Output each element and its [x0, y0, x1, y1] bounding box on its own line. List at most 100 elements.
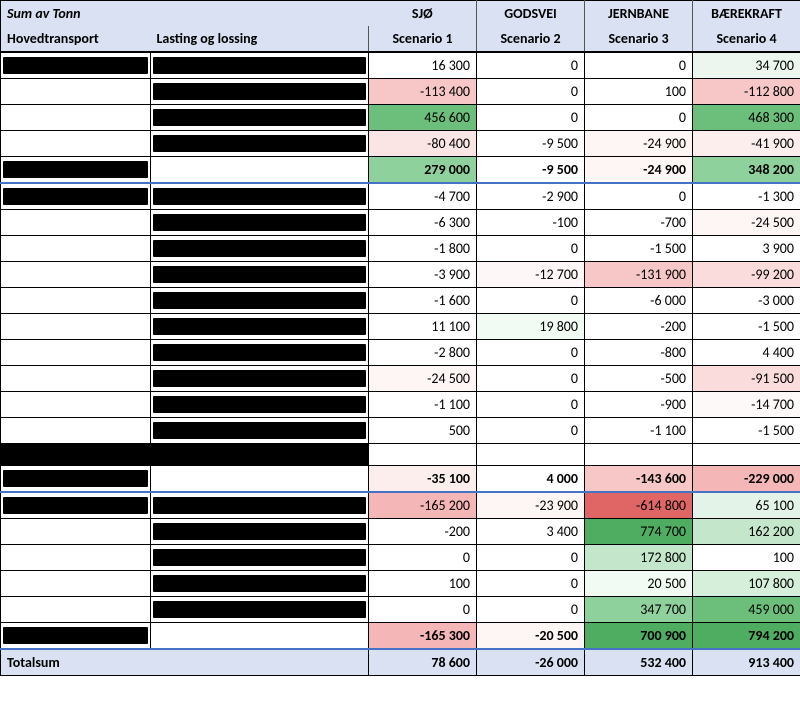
value-cell: 0: [477, 236, 585, 262]
row-label: [151, 392, 369, 418]
value-cell: 0: [477, 340, 585, 366]
row-label: [151, 210, 369, 236]
header-col-2-top: JERNBANE: [585, 1, 693, 27]
row-label: [151, 262, 369, 288]
value-cell: 0: [477, 105, 585, 131]
subtotal-cell: -143 600: [585, 466, 693, 493]
value-cell: 468 300: [693, 105, 800, 131]
grand-total-row: Totalsum78 600-26 000532 400913 400: [1, 649, 800, 676]
subtotal-label: [1, 466, 151, 493]
value-cell: -4 700: [369, 183, 477, 210]
value-cell: 3 900: [693, 236, 800, 262]
table-row: 00347 700459 000: [1, 597, 800, 623]
value-cell: 500: [369, 418, 477, 444]
table-row: -1 1000-900-14 700: [1, 392, 800, 418]
header-col-3-top: BÆREKRAFT: [693, 1, 800, 27]
header-corner-top: Sum av Tonn: [1, 1, 369, 27]
grand-cell: 913 400: [693, 649, 800, 676]
subtotal-row: -35 1004 000-143 600-229 000: [1, 466, 800, 493]
subtotal-cell: 700 900: [585, 623, 693, 650]
value-cell: -1 100: [369, 392, 477, 418]
group-label: [1, 571, 151, 597]
value-cell: 16 300: [369, 52, 477, 79]
group-label: [1, 519, 151, 545]
value-cell: 456 600: [369, 105, 477, 131]
row-label: [151, 571, 369, 597]
table-header: Sum av Tonn SJØ GODSVEI JERNBANE BÆREKRA…: [1, 1, 800, 53]
row-label: [151, 236, 369, 262]
value-cell: -23 900: [477, 492, 585, 519]
row-label: [151, 52, 369, 79]
value-cell: -14 700: [693, 392, 800, 418]
row-label: [151, 492, 369, 519]
value-cell: 172 800: [585, 545, 693, 571]
group-label: [1, 183, 151, 210]
value-cell: 0: [585, 105, 693, 131]
table-row: -80 400-9 500-24 900-41 900: [1, 131, 800, 157]
table-row: -24 5000-500-91 500: [1, 366, 800, 392]
group-label: [1, 492, 151, 519]
value-cell: 4 400: [693, 340, 800, 366]
subtotal-cell: 794 200: [693, 623, 800, 650]
value-cell: -1 500: [585, 236, 693, 262]
grand-label: Totalsum: [1, 649, 369, 676]
value-cell: -2 800: [369, 340, 477, 366]
group-label: [1, 545, 151, 571]
value-cell: -500: [585, 366, 693, 392]
value-cell: -3 900: [369, 262, 477, 288]
subtotal-cell: 348 200: [693, 157, 800, 184]
value-cell: 162 200: [693, 519, 800, 545]
row-label: [151, 79, 369, 105]
group-label: [1, 392, 151, 418]
value-cell: 0: [477, 571, 585, 597]
subtotal-cell: -229 000: [693, 466, 800, 493]
value-cell: 11 100: [369, 314, 477, 340]
header-col-1-top: GODSVEI: [477, 1, 585, 27]
value-cell: -6 000: [585, 288, 693, 314]
value-cell: -80 400: [369, 131, 477, 157]
table-row: -2 8000-8004 400: [1, 340, 800, 366]
row-label: [151, 545, 369, 571]
group-label: [1, 131, 151, 157]
value-cell: 65 100: [693, 492, 800, 519]
value-cell: -99 200: [693, 262, 800, 288]
value-cell: -200: [585, 314, 693, 340]
value-cell: -1 500: [693, 418, 800, 444]
spacer-row: [1, 444, 800, 466]
subtotal-cell: -35 100: [369, 466, 477, 493]
value-cell: -91 500: [693, 366, 800, 392]
table-row: -2003 400774 700162 200: [1, 519, 800, 545]
value-cell: -100: [477, 210, 585, 236]
table-row: -6 300-100-700-24 500: [1, 210, 800, 236]
table-row: 00172 800100: [1, 545, 800, 571]
value-cell: -1 100: [585, 418, 693, 444]
value-cell: 0: [585, 183, 693, 210]
subtotal-cell: -165 300: [369, 623, 477, 650]
value-cell: 19 800: [477, 314, 585, 340]
value-cell: 0: [585, 52, 693, 79]
group-label: [1, 314, 151, 340]
group-label: [1, 340, 151, 366]
header-corner-left: Hovedtransport: [1, 26, 151, 52]
value-cell: 0: [477, 418, 585, 444]
table-row: -3 900-12 700-131 900-99 200: [1, 262, 800, 288]
value-cell: -2 900: [477, 183, 585, 210]
value-cell: -131 900: [585, 262, 693, 288]
value-cell: -700: [585, 210, 693, 236]
header-col-0-bot: Scenario 1: [369, 26, 477, 52]
value-cell: -9 500: [477, 131, 585, 157]
row-label: [151, 131, 369, 157]
value-cell: -1 500: [693, 314, 800, 340]
table-row: -1 6000-6 000-3 000: [1, 288, 800, 314]
value-cell: -1 800: [369, 236, 477, 262]
group-label: [1, 366, 151, 392]
value-cell: -24 500: [693, 210, 800, 236]
value-cell: -1 600: [369, 288, 477, 314]
group-label: [1, 288, 151, 314]
value-cell: 3 400: [477, 519, 585, 545]
table-row: 5000-1 100-1 500: [1, 418, 800, 444]
row-label: [151, 366, 369, 392]
row-label: [151, 519, 369, 545]
table-row: 16 3000034 700: [1, 52, 800, 79]
value-cell: -200: [369, 519, 477, 545]
